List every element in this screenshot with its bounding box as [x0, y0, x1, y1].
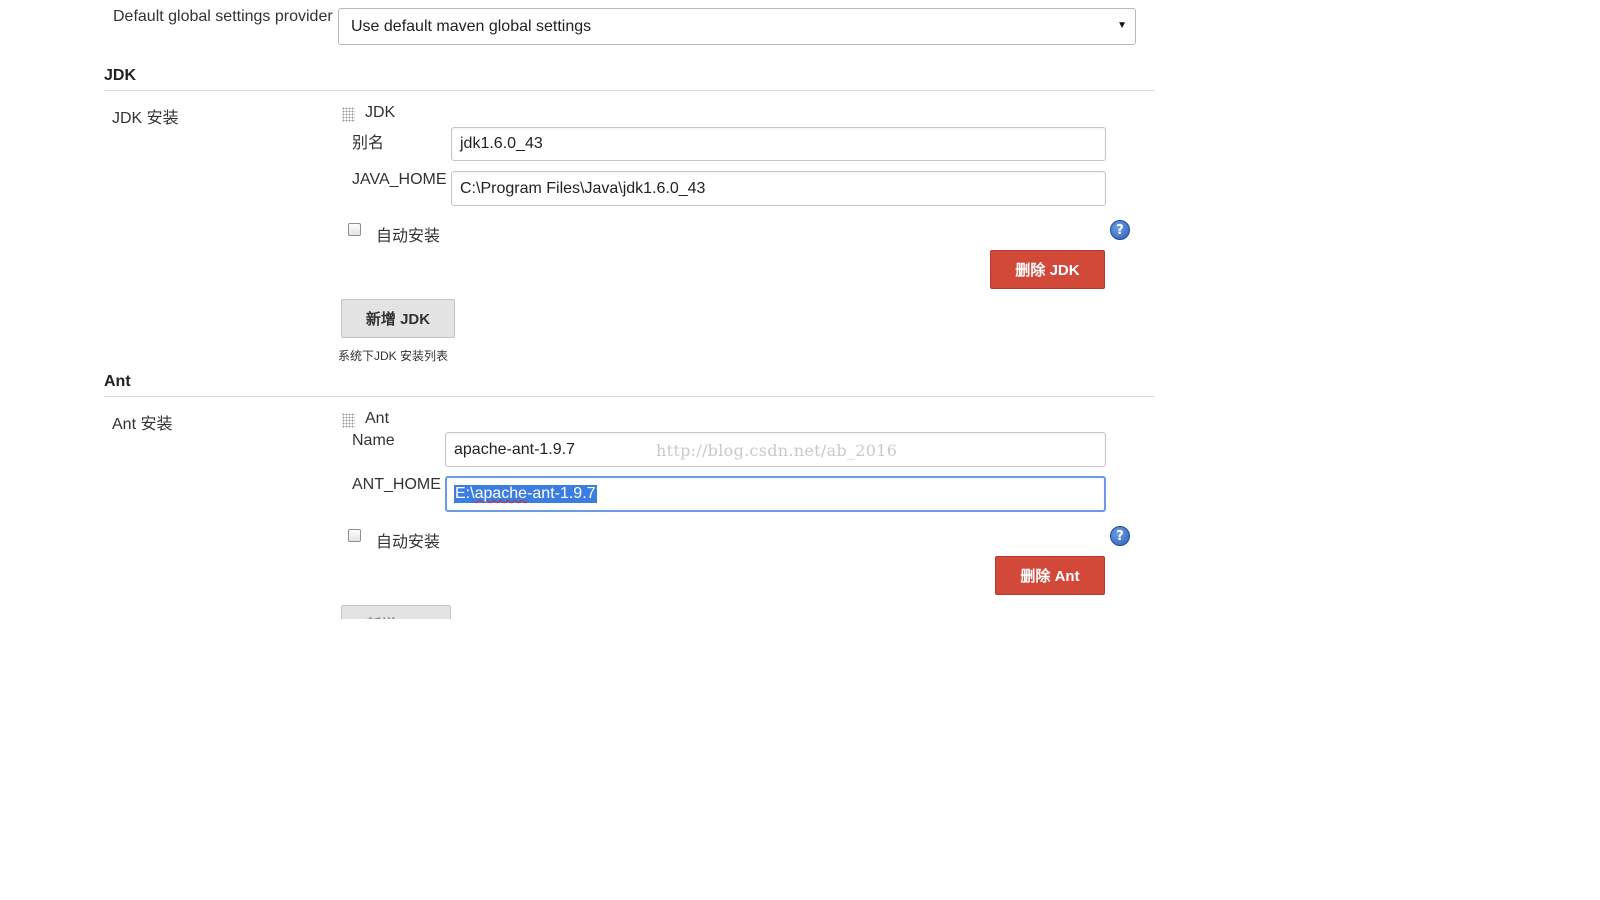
java-home-label: JAVA_HOME [352, 171, 447, 188]
jdk-name-label: 别名 [352, 135, 385, 152]
add-ant-button[interactable]: 新增 Ant [341, 605, 451, 619]
ant-install-label: Ant 安装 [112, 416, 173, 433]
help-icon[interactable]: ? [1110, 220, 1130, 240]
watermark-text: http://blog.csdn.net/ab_2016 [656, 441, 898, 460]
jdk-section-divider [104, 90, 1154, 91]
java-home-value: C:\Program Files\Java\jdk1.6.0_43 [460, 179, 706, 197]
jdk-install-label: JDK 安装 [112, 110, 179, 127]
jdk-item-title: JDK [365, 104, 396, 121]
drag-handle-icon[interactable] [342, 107, 355, 122]
jdk-auto-install-checkbox[interactable] [348, 223, 361, 236]
ant-section-title: Ant [104, 373, 131, 390]
global-settings-label: Default global settings provider [113, 8, 333, 25]
ant-home-input[interactable]: E:\apache-ant-1.9.7 [445, 476, 1106, 512]
delete-jdk-button[interactable]: 删除 JDK [990, 250, 1105, 289]
ant-name-label: Name [352, 432, 395, 449]
help-icon[interactable]: ? [1110, 526, 1130, 546]
global-settings-select[interactable]: Use default maven global settings ▼ [338, 8, 1136, 45]
ant-section-divider [104, 396, 1154, 397]
jdk-auto-install-label: 自动安装 [376, 228, 441, 245]
jdk-name-value: jdk1.6.0_43 [460, 135, 543, 152]
ant-auto-install-label: 自动安装 [376, 534, 441, 551]
jdk-name-input[interactable]: jdk1.6.0_43 [451, 127, 1106, 161]
ant-auto-install-checkbox[interactable] [348, 529, 361, 542]
dropdown-arrow-icon: ▼ [1117, 20, 1127, 31]
spellcheck-underline: apache [474, 485, 528, 502]
drag-handle-icon[interactable] [342, 413, 355, 428]
ant-name-value: apache-ant-1.9.7 [454, 440, 575, 458]
ant-home-label: ANT_HOME [352, 476, 441, 493]
delete-ant-button[interactable]: 删除 Ant [995, 556, 1105, 595]
java-home-input[interactable]: C:\Program Files\Java\jdk1.6.0_43 [451, 171, 1106, 206]
add-ant-button-clip: 新增 Ant [341, 605, 451, 619]
ant-item-title: Ant [365, 410, 390, 427]
jdk-section-title: JDK [104, 67, 137, 84]
global-settings-value: Use default maven global settings [351, 17, 592, 35]
jdk-install-hint: 系统下JDK 安装列表 [338, 349, 449, 363]
add-jdk-button[interactable]: 新增 JDK [341, 299, 455, 338]
ant-home-selected-value: E:\apache-ant-1.9.7 [454, 485, 597, 503]
